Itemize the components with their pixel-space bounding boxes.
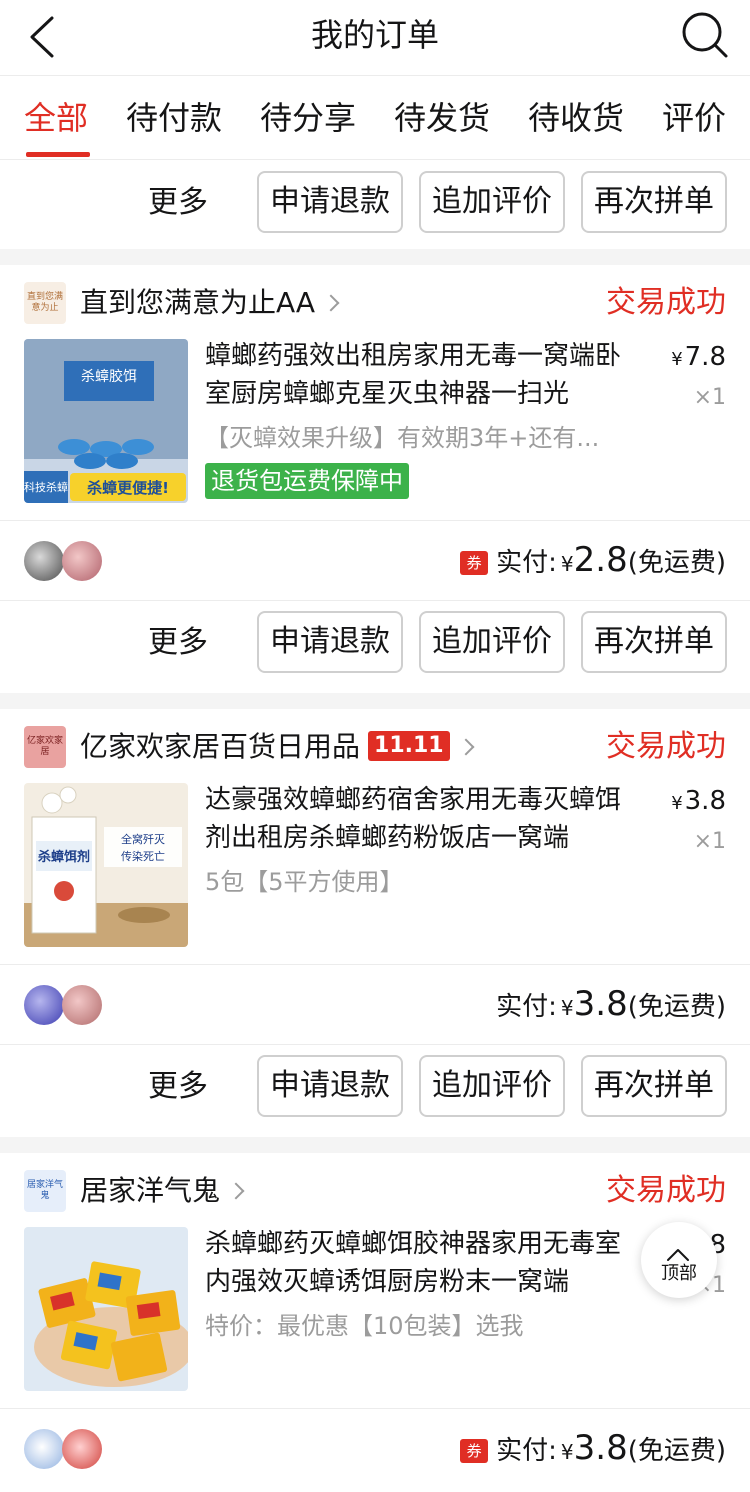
image-banner: 杀蟑更便捷! <box>87 479 169 497</box>
payment-row: 实付: ¥3.8(免运费) <box>0 965 750 1045</box>
image-label: 杀蟑胶饵 <box>81 368 137 385</box>
avatar <box>62 985 102 1025</box>
chevron-right-icon <box>227 1182 245 1200</box>
product-spec: 【灭蟑效果升级】有效期3年+还有... <box>205 424 600 452</box>
payment-row: 券实付: ¥3.8(免运费) <box>0 1409 750 1489</box>
regroup-button[interactable]: 再次拼单 <box>581 171 727 233</box>
shop-row[interactable]: 亿家欢家居 亿家欢家居百货日用品 11.11 交易成功 <box>0 709 750 781</box>
order-status: 交易成功 <box>606 285 726 320</box>
regroup-button[interactable]: 再次拼单 <box>581 1055 727 1117</box>
add-review-button[interactable]: 追加评价 <box>419 611 565 673</box>
avatar <box>24 541 64 581</box>
back-chevron-icon[interactable] <box>24 14 64 60</box>
regroup-button[interactable]: 再次拼单 <box>581 611 727 673</box>
quantity: ×1 <box>693 385 726 410</box>
more-button[interactable]: 更多 <box>148 1067 208 1107</box>
tab-pending-payment[interactable]: 待付款 <box>126 97 222 139</box>
shop-name[interactable]: 亿家欢家居百货日用品 11.11 <box>80 727 475 767</box>
avatar <box>62 541 102 581</box>
search-icon[interactable] <box>680 10 730 60</box>
actual-payment: 券实付: ¥3.8(免运费) <box>460 1427 726 1473</box>
tab-all[interactable]: 全部 <box>24 97 88 139</box>
active-tab-indicator <box>26 152 90 157</box>
shop-logo: 居家洋气鬼 <box>24 1170 66 1212</box>
goods-item[interactable]: 杀蟑螂药灭蟑螂饵胶神器家用无毒室内强效灭蟑诱饵厨房粉末一窝端 ¥3.8 ×1 特… <box>0 1225 750 1409</box>
add-review-button[interactable]: 追加评价 <box>419 1055 565 1117</box>
unit-price: ¥7.8 <box>671 342 726 372</box>
avatar <box>62 1429 102 1469</box>
product-image[interactable]: 杀蟑胶饵 科技杀蟑 杀蟑更便捷! <box>24 339 188 503</box>
image-side-label: 科技杀蟑 <box>24 480 68 494</box>
coupon-icon: 券 <box>460 1439 489 1463</box>
group-avatars <box>24 1429 114 1469</box>
refund-button[interactable]: 申请退款 <box>257 171 403 233</box>
product-title[interactable]: 蟑螂药强效出租房家用无毒一窝端卧室厨房蟑螂克星灭虫神器一扫光 <box>205 337 641 413</box>
return-shipping-guarantee-badge: 退货包运费保障中 <box>205 463 409 499</box>
tab-review[interactable]: 评价 <box>662 97 726 139</box>
avatar <box>24 1429 64 1469</box>
order-actions: 更多 申请退款 追加评价 再次拼单 <box>0 161 750 249</box>
product-spec: 特价：最优惠【10包装】选我 <box>205 1312 524 1340</box>
back-to-top-label: 顶部 <box>661 1263 697 1284</box>
refund-button[interactable]: 申请退款 <box>257 1055 403 1117</box>
back-to-top-button[interactable]: 顶部 <box>641 1222 717 1298</box>
goods-item[interactable]: 杀蟑胶饵 科技杀蟑 杀蟑更便捷! 蟑螂药强效出租房家用无毒一窝端卧室厨房蟑螂克星… <box>0 337 750 521</box>
shop-name[interactable]: 居家洋气鬼 <box>80 1171 245 1211</box>
order-status-tabs: 全部 待付款 待分享 待发货 待收货 评价 <box>0 77 750 160</box>
double-eleven-badge: 11.11 <box>368 731 450 761</box>
shop-logo: 亿家欢家居 <box>24 726 66 768</box>
section-divider <box>0 249 750 265</box>
tab-pending-shipment[interactable]: 待发货 <box>394 97 490 139</box>
actual-payment: 实付: ¥3.8(免运费) <box>496 984 726 1024</box>
product-title[interactable]: 达豪强效蟑螂药宿舍家用无毒灭蟑饵剂出租房杀蟑螂药粉饭店一窝端 <box>205 781 641 857</box>
product-spec: 5包【5平方使用】 <box>205 868 404 896</box>
tab-pending-receipt[interactable]: 待收货 <box>528 97 624 139</box>
coupon-icon: 券 <box>460 551 489 575</box>
shop-row[interactable]: 直到您满意为止 直到您满意为止AA 交易成功 <box>0 265 750 337</box>
section-divider <box>0 693 750 709</box>
payment-row: 券实付: ¥2.8(免运费) <box>0 521 750 601</box>
group-avatars <box>24 541 114 581</box>
order-card: 居家洋气鬼 居家洋气鬼 交易成功 杀蟑螂药灭蟑螂饵胶神器家用无毒室内强效灭蟑诱饵… <box>0 1153 750 1492</box>
add-review-button[interactable]: 追加评价 <box>419 171 565 233</box>
product-title[interactable]: 杀蟑螂药灭蟑螂饵胶神器家用无毒室内强效灭蟑诱饵厨房粉末一窝端 <box>205 1225 641 1301</box>
more-button[interactable]: 更多 <box>148 623 208 663</box>
chevron-right-icon <box>457 738 475 756</box>
chevron-right-icon <box>322 294 340 312</box>
image-banner-line-1: 全窝歼灭 <box>121 832 165 846</box>
order-actions: 更多 申请退款 追加评价 再次拼单 <box>0 1045 750 1133</box>
goods-item[interactable]: 杀蟑饵剂 全窝歼灭 传染死亡 达豪强效蟑螂药宿舍家用无毒灭蟑饵剂出租房杀蟑螂药粉… <box>0 781 750 965</box>
group-avatars <box>24 985 114 1025</box>
shop-name[interactable]: 直到您满意为止AA <box>80 283 340 323</box>
refund-button[interactable]: 申请退款 <box>257 611 403 673</box>
shop-row[interactable]: 居家洋气鬼 居家洋气鬼 交易成功 <box>0 1153 750 1225</box>
tab-pending-share[interactable]: 待分享 <box>260 97 356 139</box>
shop-logo: 直到您满意为止 <box>24 282 66 324</box>
quantity: ×1 <box>693 829 726 854</box>
avatar <box>24 985 64 1025</box>
order-status: 交易成功 <box>606 1173 726 1208</box>
image-label: 杀蟑饵剂 <box>38 849 90 865</box>
image-banner-line-2: 传染死亡 <box>121 849 165 863</box>
more-button[interactable]: 更多 <box>148 183 208 223</box>
product-image[interactable]: 杀蟑饵剂 全窝歼灭 传染死亡 <box>24 783 188 947</box>
order-status: 交易成功 <box>606 729 726 764</box>
actual-payment: 券实付: ¥2.8(免运费) <box>460 539 726 585</box>
product-image[interactable] <box>24 1227 188 1391</box>
unit-price: ¥3.8 <box>671 786 726 816</box>
top-nav-bar: 我的订单 <box>0 0 750 76</box>
order-card: 亿家欢家居 亿家欢家居百货日用品 11.11 交易成功 杀蟑饵剂 全窝歼灭 传染死… <box>0 709 750 1045</box>
order-actions: 更多 申请退款 追加评价 再次拼单 <box>0 601 750 689</box>
section-divider <box>0 1137 750 1153</box>
order-card: 直到您满意为止 直到您满意为止AA 交易成功 杀蟑胶饵 科技杀蟑 杀蟑更便捷! … <box>0 265 750 601</box>
page-title: 我的订单 <box>310 16 439 54</box>
